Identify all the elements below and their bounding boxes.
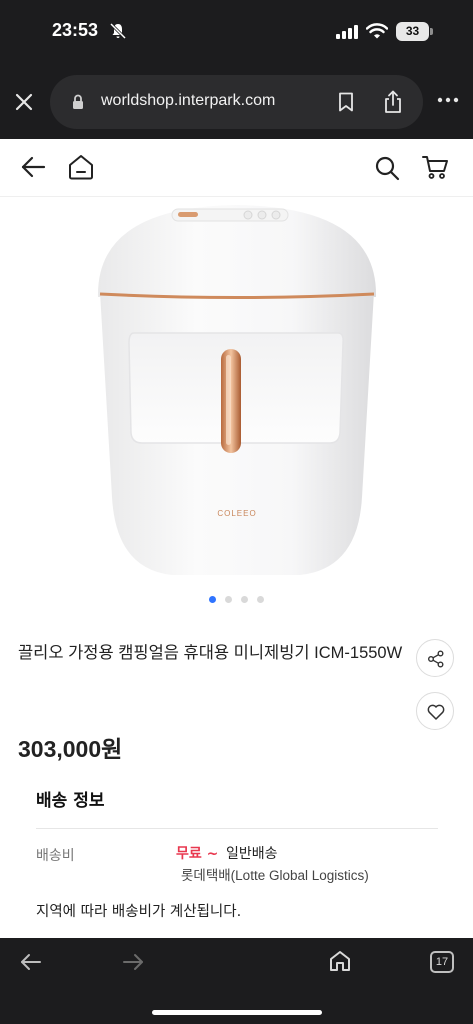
product-price: 303,000원 bbox=[18, 736, 123, 762]
heart-icon bbox=[427, 704, 445, 720]
carousel-indicator bbox=[0, 588, 473, 603]
browser-forward-icon[interactable] bbox=[122, 952, 144, 972]
share-icon[interactable] bbox=[383, 90, 403, 114]
carousel-dot-3[interactable] bbox=[241, 596, 249, 603]
address-bar[interactable]: worldshop.interpark.com bbox=[50, 75, 423, 129]
lock-icon bbox=[73, 94, 83, 109]
url-text: worldshop.interpark.com bbox=[101, 92, 276, 109]
home-icon[interactable] bbox=[67, 153, 95, 181]
wifi-icon bbox=[366, 23, 388, 39]
bell-slash-icon bbox=[110, 22, 126, 40]
search-icon[interactable] bbox=[374, 155, 400, 181]
shipping-fee-label: 배송비 bbox=[36, 848, 75, 864]
more-icon[interactable] bbox=[437, 96, 459, 104]
share-button[interactable] bbox=[416, 639, 454, 677]
product-image-carousel[interactable]: COLEEO bbox=[0, 197, 473, 607]
battery-cap bbox=[430, 28, 433, 35]
product-title: 끌리오 가정용 캠핑얼음 휴대용 미니제빙기 ICM-1550W bbox=[18, 644, 403, 662]
browser-top-chrome: 23:53 33 worldshop.interpark.com bbox=[0, 0, 473, 139]
shipping-carrier: 롯데택배(Lotte Global Logistics) bbox=[181, 868, 369, 883]
bookmark-icon[interactable] bbox=[337, 92, 355, 112]
tabs-button[interactable]: 17 bbox=[430, 951, 454, 973]
browser-back-icon[interactable] bbox=[20, 952, 42, 972]
shipping-note: 지역에 따라 배송비가 계산됩니다. bbox=[36, 904, 242, 920]
battery-icon: 33 bbox=[396, 22, 434, 41]
home-indicator bbox=[152, 1010, 322, 1015]
shipping-method: 일반배송 bbox=[226, 846, 278, 862]
carousel-dot-1[interactable] bbox=[208, 596, 216, 603]
share-nodes-icon bbox=[428, 650, 444, 668]
back-arrow-icon[interactable] bbox=[20, 155, 46, 179]
signal-icon bbox=[336, 25, 358, 39]
brand-logo: COLEEO bbox=[217, 509, 256, 518]
status-time: 23:53 bbox=[52, 20, 99, 40]
battery-level: 33 bbox=[396, 22, 429, 41]
shipping-fee-value[interactable]: 무료 ~ bbox=[176, 843, 218, 863]
carousel-dot-2[interactable] bbox=[224, 596, 232, 603]
close-icon[interactable] bbox=[12, 90, 36, 114]
product-image: COLEEO bbox=[97, 205, 377, 575]
shipping-divider bbox=[36, 828, 438, 829]
carousel-dot-4[interactable] bbox=[257, 596, 265, 603]
wishlist-button[interactable] bbox=[416, 692, 454, 730]
site-header bbox=[0, 139, 473, 197]
browser-bottom-toolbar: 17 bbox=[0, 938, 473, 1024]
browser-home-icon[interactable] bbox=[328, 949, 352, 973]
shipping-section-title: 배송 정보 bbox=[36, 791, 105, 811]
cart-icon[interactable] bbox=[421, 153, 449, 181]
